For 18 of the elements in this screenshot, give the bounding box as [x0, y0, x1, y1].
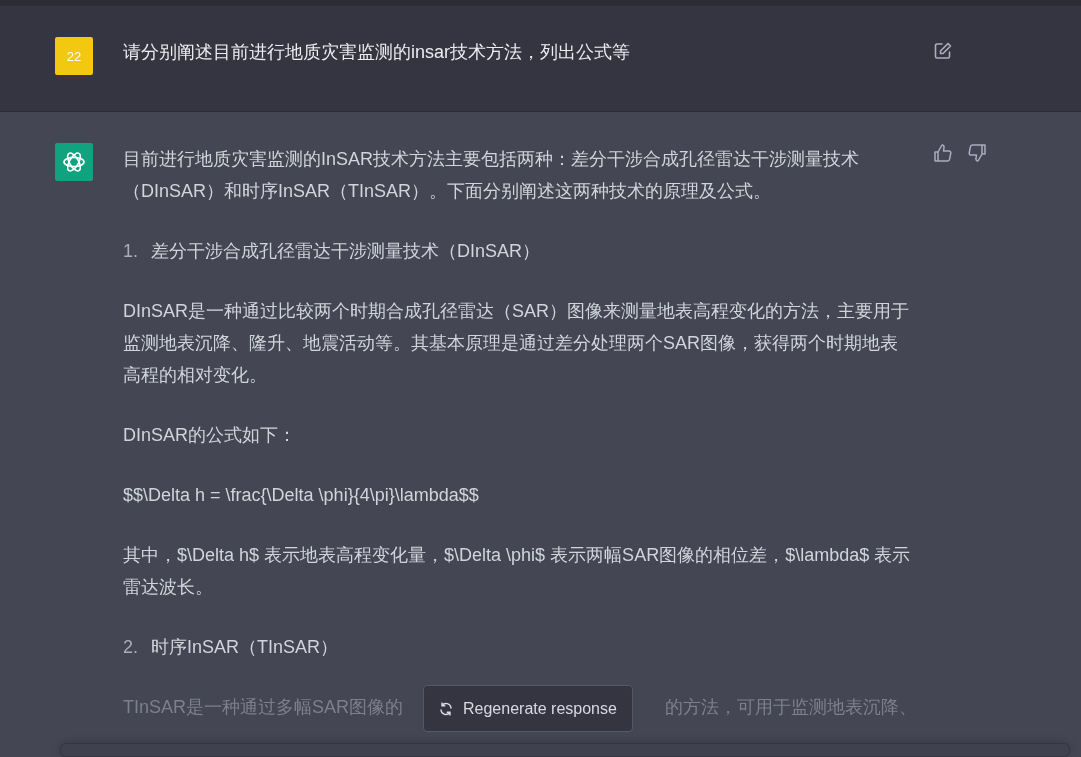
- list-number: 1.: [123, 240, 139, 263]
- answer-paragraph: $$\Delta h = \frac{\Delta \phi}{4\pi}\lambda$$: [123, 484, 480, 507]
- user-avatar: 22: [55, 37, 93, 75]
- edit-icon[interactable]: [933, 41, 953, 61]
- faded-answer-text: 的方法，可用于监测地表沉降、: [665, 696, 918, 719]
- assistant-logo-icon: [61, 149, 87, 175]
- answer-paragraph: DInSAR是一种通过比较两个时期合成孔径雷达（SAR）图像来测量地表高程变化的方法，主要用于监测地表沉降、隆升、地震活动等。其基本原理是通过差分处理两个SAR图像，获得两个时期地表高程的相对变化。: [123, 300, 911, 387]
- answer-paragraph: 其中，$\Delta h$ 表示地表高程变化量，$\Delta \phi$ 表示两幅SAR图像的相位差，$\lambda$ 表示雷达波长。: [123, 544, 912, 599]
- user-message-text: 请分别阐述目前进行地质灾害监测的insar技术方法，列出公式等: [123, 41, 631, 64]
- answer-paragraph: 目前进行地质灾害监测的InSAR技术方法主要包括两种：差分干涉合成孔径雷达干涉测量技术（DInSAR）和时序InSAR（TInSAR）。下面分别阐述这两种技术的原理及公式。: [123, 148, 861, 203]
- list-item-text: 差分干涉合成孔径雷达干涉测量技术（DInSAR）: [151, 240, 541, 263]
- list-number: 2.: [123, 636, 139, 659]
- refresh-icon: [439, 701, 453, 716]
- list-item-text: 时序InSAR（TInSAR）: [151, 636, 339, 659]
- thumbs-up-icon[interactable]: [933, 143, 953, 163]
- thumbs-down-icon[interactable]: [967, 143, 987, 163]
- regenerate-button[interactable]: Regenerate response: [423, 685, 633, 732]
- answer-paragraph: DInSAR的公式如下：: [123, 424, 298, 447]
